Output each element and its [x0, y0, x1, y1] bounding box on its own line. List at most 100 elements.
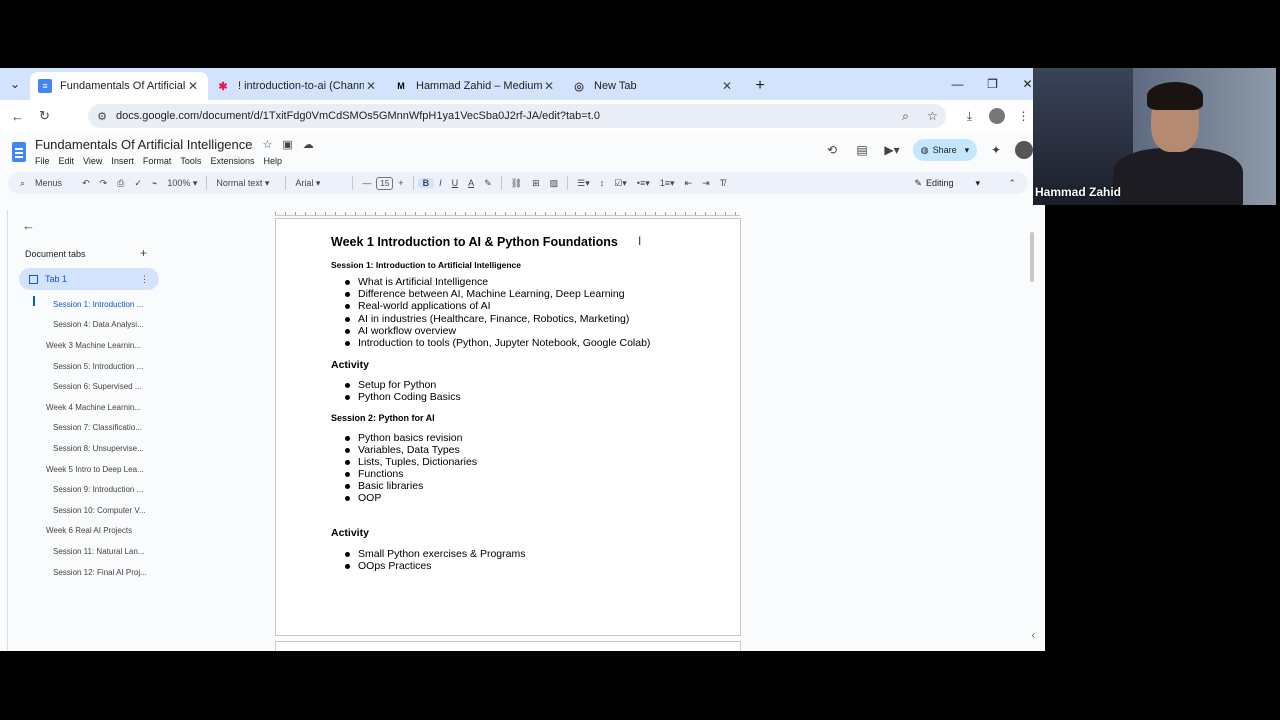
align-icon[interactable]: ☰▾ [572, 178, 595, 189]
next-page[interactable] [275, 641, 741, 651]
doc-page[interactable]: Week 1 Introduction to AI & Python Found… [275, 218, 741, 636]
style-select[interactable]: Normal text ▾ [211, 178, 281, 189]
print-icon[interactable]: ⎙ [112, 178, 129, 189]
zoom-select[interactable]: 100% ▾ [162, 178, 202, 189]
collapse-panel-icon[interactable]: ‹ [1032, 630, 1035, 641]
horizontal-ruler[interactable] [275, 208, 740, 216]
menu-format[interactable]: Format [143, 156, 172, 166]
outline-item[interactable]: Session 12: Final AI Proj... [0, 562, 160, 583]
redo-icon[interactable]: ↷ [95, 178, 113, 189]
font-size-input[interactable]: 15 [376, 176, 394, 190]
meet-icon[interactable]: ▶▾ [877, 138, 907, 162]
profile-avatar[interactable] [983, 104, 1010, 128]
close-tab-icon[interactable]: ✕ [720, 79, 734, 93]
doc-title[interactable]: Fundamentals Of Artificial Intelligence [35, 137, 253, 152]
text-color-icon[interactable]: A [463, 178, 479, 188]
add-comment-icon[interactable]: ⊞ [527, 178, 545, 189]
checklist-icon[interactable]: ☑▾ [609, 178, 632, 189]
collapse-menus-icon[interactable]: ⌃ [1008, 178, 1016, 189]
history-icon[interactable]: ⟲ [817, 138, 847, 162]
gemini-icon[interactable]: ✦ [981, 138, 1011, 162]
add-tab-icon[interactable]: + [140, 246, 147, 260]
formatting-toolbar: ⌕ Menus ↶ ↷ ⎙ ✓ ⌁ 100% ▾ Normal text ▾ A… [8, 172, 1028, 194]
share-button[interactable]: ◍ Share ▾ [913, 139, 977, 161]
cloud-status-icon[interactable]: ☁ [303, 138, 314, 151]
back-icon[interactable]: ← [4, 102, 31, 130]
paint-format-icon[interactable]: ⌁ [147, 178, 162, 189]
increase-indent-icon[interactable]: ⇥ [697, 178, 715, 189]
browser-tab-docs[interactable]: ≡ Fundamentals Of Artificial Intelli ✕ [30, 72, 208, 100]
menu-insert[interactable]: Insert [111, 156, 134, 166]
browser-tab-slack[interactable]: ✱ ! introduction-to-ai (Channel) - ✕ [208, 72, 386, 100]
browser-tab-medium[interactable]: M Hammad Zahid – Medium ✕ [386, 72, 564, 100]
outline-item[interactable]: Session 4: Data Analysi... [0, 315, 160, 336]
account-avatar[interactable] [1015, 141, 1033, 159]
menu-edit[interactable]: Edit [59, 156, 75, 166]
comments-icon[interactable]: ▤ [847, 138, 877, 162]
activity2-list: Small Python exercises & Programs OOps P… [331, 548, 731, 572]
url-text: docs.google.com/document/d/1TxitFdg0VmCd… [116, 110, 600, 122]
search-menus-icon[interactable]: ⌕ [8, 178, 30, 189]
webcam-overlay: Hammad Zahid [1033, 68, 1276, 205]
move-folder-icon[interactable]: ▣ [282, 138, 292, 151]
zoom-icon[interactable]: ⌕ [892, 104, 919, 128]
outline-label: Session 7: Classificatio... [53, 423, 142, 433]
close-tab-icon[interactable]: ✕ [186, 79, 200, 93]
menu-tools[interactable]: Tools [180, 156, 201, 166]
outline-item[interactable]: Session 1: Introduction ... [0, 294, 160, 315]
browser-tab-newtab[interactable]: ◎ New Tab ✕ [564, 72, 742, 100]
outline-item[interactable]: Week 3 Machine Learnin... [0, 335, 160, 356]
outline-item[interactable]: Week 4 Machine Learnin... [0, 397, 160, 418]
spellcheck-icon[interactable]: ✓ [129, 178, 147, 189]
outline-item[interactable]: Session 11: Natural Lan... [0, 541, 160, 562]
italic-icon[interactable]: I [434, 178, 447, 188]
bulleted-list-icon[interactable]: •≡▾ [632, 178, 655, 189]
more-options-icon[interactable]: ⋮ [140, 274, 149, 285]
scrollbar-thumb[interactable] [1030, 232, 1034, 282]
outline-item[interactable]: Week 5 Intro to Deep Lea... [0, 459, 160, 480]
outline-label: Session 5: Introduction ... [53, 361, 144, 371]
bookmark-star-icon[interactable]: ☆ [919, 104, 946, 128]
star-icon[interactable]: ☆ [263, 138, 273, 151]
undo-icon[interactable]: ↶ [77, 178, 95, 189]
font-select[interactable]: Arial ▾ [290, 178, 348, 189]
insert-image-icon[interactable]: ▨ [545, 178, 564, 189]
outline-item[interactable]: Session 6: Supervised ... [0, 376, 160, 397]
menu-view[interactable]: View [83, 156, 102, 166]
line-spacing-icon[interactable]: ↕ [595, 178, 610, 188]
numbered-list-icon[interactable]: 1≡▾ [655, 178, 680, 189]
close-tab-icon[interactable]: ✕ [542, 79, 556, 93]
editing-mode-select[interactable]: ✎ Editing ▾ [914, 172, 980, 194]
new-tab-button[interactable]: + [746, 72, 774, 100]
reload-icon[interactable]: ↻ [31, 102, 58, 130]
back-arrow-icon[interactable]: ← [22, 218, 35, 233]
increase-font-icon[interactable]: + [393, 178, 408, 188]
doc-content[interactable]: Week 1 Introduction to AI & Python Found… [331, 231, 731, 572]
menu-extensions[interactable]: Extensions [210, 156, 254, 166]
restore-icon[interactable]: ❐ [975, 68, 1010, 100]
link-icon[interactable]: ⛓ [506, 178, 527, 189]
bold-icon[interactable]: B [417, 178, 435, 188]
docs-logo-icon[interactable] [12, 142, 26, 162]
outline-item[interactable]: Session 8: Unsupervise... [0, 438, 160, 459]
outline-item[interactable]: Session 10: Computer V... [0, 500, 160, 521]
decrease-indent-icon[interactable]: ⇤ [680, 178, 698, 189]
menu-file[interactable]: File [35, 156, 50, 166]
site-info-icon[interactable]: ⚙ [88, 110, 116, 123]
outline-item[interactable]: Session 9: Introduction ... [0, 479, 160, 500]
decrease-font-icon[interactable]: — [357, 178, 376, 188]
menu-help[interactable]: Help [263, 156, 282, 166]
menus-label[interactable]: Menus [30, 178, 67, 188]
close-tab-icon[interactable]: ✕ [364, 79, 378, 93]
tab-search-button[interactable]: ⌄ [0, 68, 30, 100]
outline-item[interactable]: Session 7: Classificatio... [0, 418, 160, 439]
minimize-icon[interactable]: — [940, 68, 975, 100]
outline-item[interactable]: Week 6 Real AI Projects [0, 521, 160, 542]
clear-formatting-icon[interactable]: T̸ [715, 178, 731, 188]
doc-tab-1[interactable]: Tab 1 ⋮ [19, 268, 159, 290]
highlight-icon[interactable]: ✎ [479, 178, 497, 189]
address-bar[interactable]: ⚙ docs.google.com/document/d/1TxitFdg0Vm… [88, 104, 946, 128]
download-icon[interactable]: ⤓ [956, 104, 983, 128]
underline-icon[interactable]: U [447, 178, 464, 188]
outline-item[interactable]: Session 5: Introduction ... [0, 356, 160, 377]
